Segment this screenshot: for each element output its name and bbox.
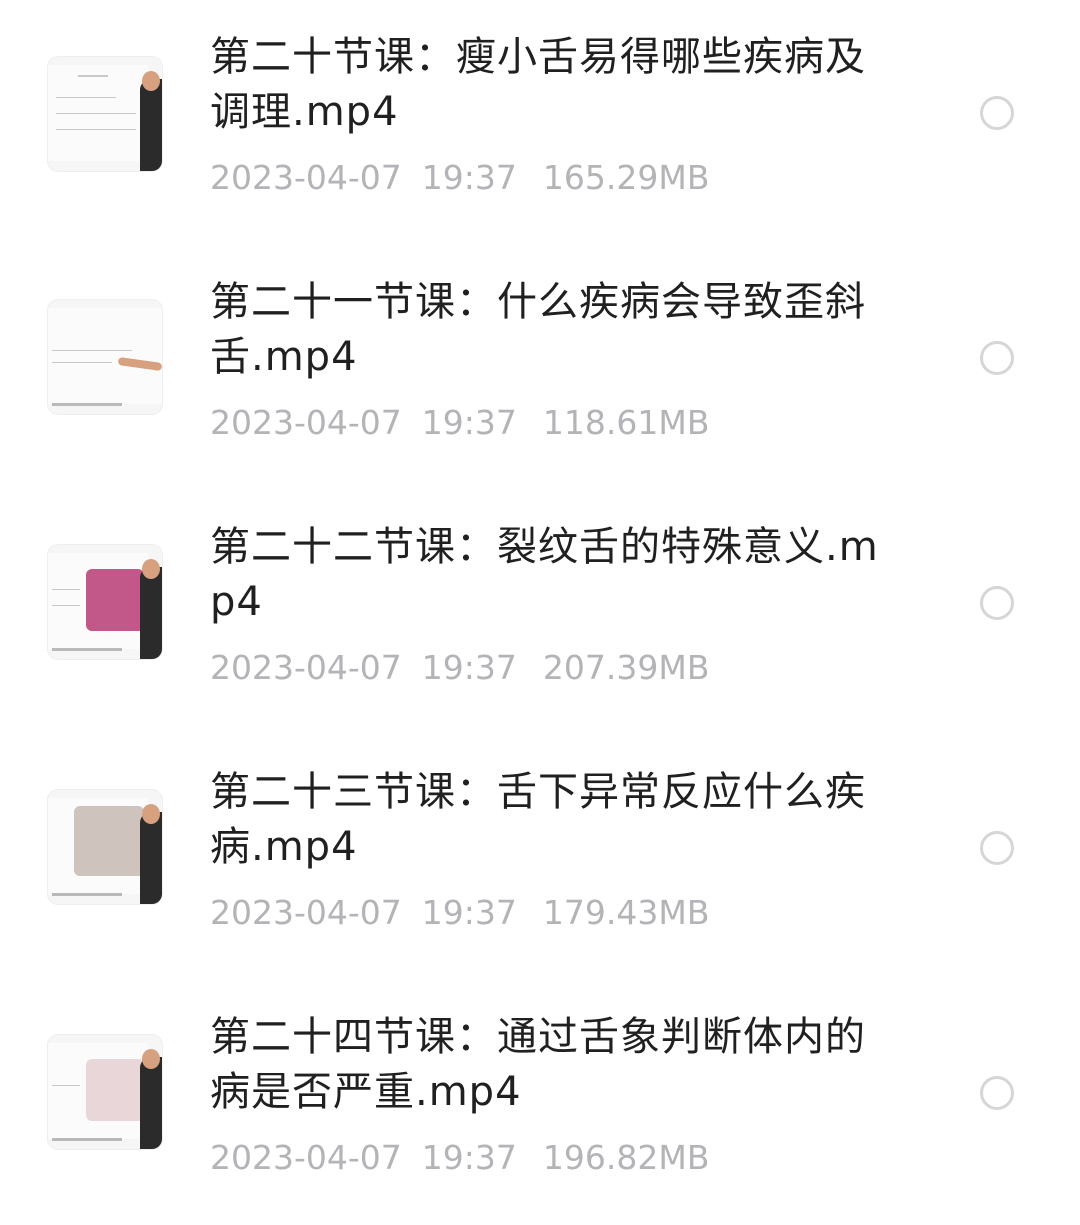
tongue-photo: [86, 569, 144, 631]
file-title[interactable]: 第二十节课：瘦小舌易得哪些疾病及调理.mp4: [210, 30, 900, 140]
select-radio[interactable]: [980, 586, 1014, 620]
thumbnail-text-line: [52, 589, 80, 590]
presenter-figure: [140, 79, 162, 171]
file-time: 19:37: [421, 893, 517, 932]
file-date: 2023-04-07: [210, 158, 402, 197]
video-thumbnail-icon[interactable]: [48, 545, 162, 659]
file-time: 19:37: [421, 403, 517, 442]
file-date: 2023-04-07: [210, 893, 402, 932]
video-thumbnail-icon[interactable]: [48, 1035, 162, 1149]
select-radio[interactable]: [980, 341, 1014, 375]
presenter-head: [142, 71, 160, 91]
file-meta: 2023-04-07 19:37 207.39MB: [210, 648, 709, 688]
file-size: 207.39MB: [542, 648, 710, 687]
presenter-figure: [140, 567, 162, 659]
presenter-head: [142, 1049, 160, 1069]
file-size: 179.43MB: [542, 893, 710, 932]
presenter-figure: [140, 812, 162, 904]
file-list: 第二十节课：瘦小舌易得哪些疾病及调理.mp4 2023-04-07 19:37 16…: [0, 0, 1080, 1198]
file-list-item[interactable]: 第二十三节课：舌下异常反应什么疾病.mp4 2023-04-07 19:37 179…: [0, 735, 1080, 980]
file-meta: 2023-04-07 19:37 196.82MB: [210, 1138, 709, 1178]
video-thumbnail-icon[interactable]: [48, 57, 162, 171]
file-time: 19:37: [421, 158, 517, 197]
thumbnail-slide: [48, 308, 162, 404]
presenter-figure: [140, 1057, 162, 1149]
thumbnail-caption: [52, 403, 122, 406]
thumbnail-caption: [52, 1138, 122, 1141]
file-size: 196.82MB: [542, 1138, 710, 1177]
file-list-item[interactable]: 第二十二节课：裂纹舌的特殊意义.mp4 2023-04-07 19:37 207.3…: [0, 490, 1080, 735]
presenter-head: [142, 559, 160, 579]
thumbnail-caption: [52, 893, 122, 896]
thumbnail-text-line: [56, 97, 116, 98]
file-meta: 2023-04-07 19:37 165.29MB: [210, 158, 709, 198]
select-radio[interactable]: [980, 96, 1014, 130]
file-size: 165.29MB: [542, 158, 710, 197]
file-time: 19:37: [421, 648, 517, 687]
file-date: 2023-04-07: [210, 403, 402, 442]
thumbnail-text-line: [52, 605, 80, 606]
thumbnail-text-line: [52, 350, 132, 351]
thumbnail-text-line: [52, 362, 112, 363]
file-date: 2023-04-07: [210, 1138, 402, 1177]
video-thumbnail-icon[interactable]: [48, 790, 162, 904]
thumbnail-text-line: [56, 129, 136, 130]
video-thumbnail-icon[interactable]: [48, 300, 162, 414]
select-radio[interactable]: [980, 1076, 1014, 1110]
file-title[interactable]: 第二十一节课：什么疾病会导致歪斜舌.mp4: [210, 275, 900, 385]
file-meta: 2023-04-07 19:37 118.61MB: [210, 403, 709, 443]
file-list-item[interactable]: 第二十一节课：什么疾病会导致歪斜舌.mp4 2023-04-07 19:37 118…: [0, 245, 1080, 490]
file-list-item[interactable]: 第二十节课：瘦小舌易得哪些疾病及调理.mp4 2023-04-07 19:37 16…: [0, 0, 1080, 245]
file-time: 19:37: [421, 1138, 517, 1177]
file-size: 118.61MB: [542, 403, 710, 442]
file-title[interactable]: 第二十二节课：裂纹舌的特殊意义.mp4: [210, 520, 900, 630]
thumbnail-caption: [52, 648, 122, 651]
file-title[interactable]: 第二十四节课：通过舌象判断体内的病是否严重.mp4: [210, 1010, 900, 1120]
file-date: 2023-04-07: [210, 648, 402, 687]
file-meta: 2023-04-07 19:37 179.43MB: [210, 893, 709, 933]
tongue-photo: [86, 1059, 144, 1121]
thumbnail-text-line: [56, 113, 136, 114]
file-list-item[interactable]: 第二十四节课：通过舌象判断体内的病是否严重.mp4 2023-04-07 19:3…: [0, 980, 1080, 1225]
thumbnail-text-line: [52, 1085, 80, 1086]
tongue-photo: [74, 806, 144, 876]
thumbnail-text-line: [78, 75, 108, 77]
file-title[interactable]: 第二十三节课：舌下异常反应什么疾病.mp4: [210, 765, 900, 875]
select-radio[interactable]: [980, 831, 1014, 865]
presenter-head: [142, 804, 160, 824]
